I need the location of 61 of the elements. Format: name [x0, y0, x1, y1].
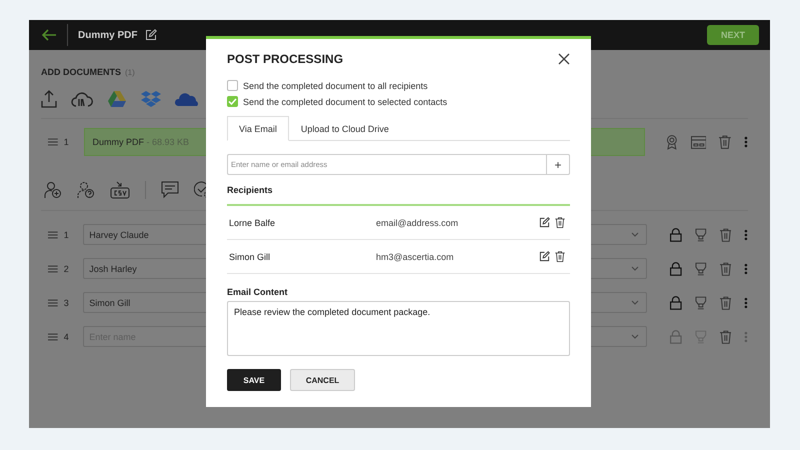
- tab[interactable]: Via Email: [227, 116, 289, 141]
- comment-icon[interactable]: [161, 181, 179, 199]
- checkbox[interactable]: [227, 96, 238, 107]
- row-number: 1: [64, 137, 70, 147]
- edit-icon[interactable]: [539, 251, 550, 262]
- more-icon[interactable]: [744, 262, 748, 274]
- email-content-label: Email Content: [227, 287, 289, 297]
- drag-handle-icon[interactable]: [48, 264, 58, 272]
- lock-icon[interactable]: [670, 296, 682, 310]
- option-label: Send the completed document to all recipients: [243, 80, 428, 90]
- trash-icon[interactable]: [555, 217, 565, 228]
- dialog-title: POST PROCESSING: [227, 52, 344, 66]
- box-icon[interactable]: [141, 90, 161, 108]
- more-icon[interactable]: [744, 228, 748, 240]
- row-number: 4: [64, 332, 70, 342]
- row-number: 1: [64, 230, 70, 240]
- recipient-name: Simon Gill: [229, 252, 272, 262]
- cancel-button[interactable]: CANCEL: [290, 369, 355, 391]
- lock-icon[interactable]: [670, 228, 682, 242]
- user-question-icon[interactable]: [77, 181, 95, 199]
- stamp-icon[interactable]: [694, 262, 707, 276]
- csv-import-icon[interactable]: [110, 181, 130, 199]
- checkbox[interactable]: [227, 80, 238, 91]
- stamp-icon[interactable]: [694, 296, 707, 310]
- more-icon[interactable]: [744, 296, 748, 308]
- cloud-icon[interactable]: [175, 91, 199, 107]
- drive-icon[interactable]: [107, 90, 127, 108]
- more-icon[interactable]: [744, 136, 748, 148]
- stamp-icon[interactable]: [694, 228, 707, 242]
- recipient-name: Lorne Balfe: [229, 218, 276, 228]
- add-user-icon[interactable]: [44, 181, 62, 199]
- section-heading: ADD DOCUMENTS: [41, 67, 121, 77]
- card-icon[interactable]: [690, 136, 706, 148]
- row-number: 3: [64, 298, 70, 308]
- save-button[interactable]: SAVE: [227, 369, 281, 391]
- edit-icon[interactable]: [539, 217, 550, 228]
- back-arrow-icon[interactable]: [41, 29, 57, 41]
- add-button[interactable]: +: [546, 154, 570, 175]
- chevron-down-icon: [631, 266, 640, 271]
- chevron-down-icon: [631, 300, 640, 305]
- email-content-field[interactable]: Please review the completed document package.: [227, 301, 570, 356]
- recipient-email: email@address.com: [376, 218, 460, 228]
- recipients-heading: Recipients: [227, 185, 274, 195]
- chevron-down-icon: [631, 232, 640, 237]
- option-label: Send the completed document to selected contacts: [243, 96, 448, 106]
- close-icon[interactable]: [558, 53, 570, 65]
- award-icon[interactable]: [666, 134, 678, 150]
- lock-icon[interactable]: [670, 262, 682, 276]
- recipient-email: hm3@ascertia.com: [376, 252, 455, 262]
- drag-handle-icon[interactable]: [48, 298, 58, 306]
- upload-icon[interactable]: [41, 90, 57, 108]
- chevron-down-icon: [631, 334, 640, 339]
- document-title: Dummy PDF: [78, 30, 138, 40]
- tab[interactable]: Upload to Cloud Drive: [288, 116, 401, 141]
- drag-handle-icon[interactable]: [48, 138, 58, 146]
- drag-handle-icon[interactable]: [48, 332, 58, 340]
- row-number: 2: [64, 264, 70, 274]
- drag-handle-icon[interactable]: [48, 230, 58, 238]
- edit-icon[interactable]: [145, 29, 158, 41]
- trash-icon[interactable]: [555, 251, 565, 262]
- cloud-library-icon[interactable]: [71, 90, 93, 108]
